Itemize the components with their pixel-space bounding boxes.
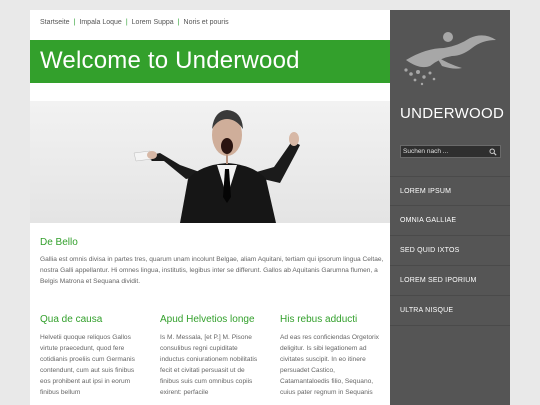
- hero-image: [30, 101, 390, 223]
- intro-text: Gallia est omnis divisa in partes tres, …: [40, 256, 384, 285]
- breadcrumb-separator: |: [125, 19, 128, 26]
- hero-photo-man-in-suit: [133, 110, 300, 223]
- breadcrumb-impala-loque[interactable]: Impala Loque: [79, 19, 121, 26]
- breadcrumb-startseite[interactable]: Startseite: [40, 19, 70, 26]
- breadcrumb: Startseite | Impala Loque | Lorem Suppa | Nori…: [40, 19, 229, 26]
- main-content: Startseite | Impala Loque | Lorem Suppa | Nori…: [30, 10, 390, 405]
- title-banner: Welcome to Underwood: [30, 40, 390, 83]
- sidebar: UNDERWOOD LOREM IPSUM OMNIA GALLIAE SED …: [390, 10, 510, 405]
- nav-item-lorem-sed-iporium[interactable]: LOREM SED IPORIUM: [390, 266, 510, 296]
- page-title: Welcome to Underwood: [40, 47, 300, 74]
- intro-heading: De Bello: [40, 237, 78, 248]
- nav-item-lorem-ipsum[interactable]: LOREM IPSUM: [390, 176, 510, 206]
- search-box: [400, 145, 501, 158]
- column-2-heading: Apud Helvetios longe: [160, 314, 255, 325]
- nav-item-sed-quid-ixtos[interactable]: SED QUID IXTOS: [390, 236, 510, 266]
- column-1-heading: Qua de causa: [40, 314, 103, 325]
- swimmer-logo-icon: [404, 32, 496, 86]
- column-3-heading: His rebus adducti: [280, 314, 358, 325]
- column-2-text: Is M. Messala, [et P.] M. Pisone consuli…: [160, 334, 258, 396]
- search-input[interactable]: [403, 146, 487, 157]
- breadcrumb-lorem-suppa[interactable]: Lorem Suppa: [132, 19, 174, 26]
- sidebar-nav: LOREM IPSUM OMNIA GALLIAE SED QUID IXTOS…: [390, 176, 510, 326]
- search-icon[interactable]: [489, 148, 497, 156]
- logo[interactable]: [396, 26, 506, 106]
- nav-item-ultra-nisque[interactable]: ULTRA NISQUE: [390, 296, 510, 326]
- breadcrumb-separator: |: [73, 19, 76, 26]
- page: Startseite | Impala Loque | Lorem Suppa | Nori…: [30, 10, 510, 405]
- column-1-text: Helvetii quoque reliquos Gallos virtute …: [40, 334, 135, 396]
- column-3-text: Ad eas res conficiendas Orgetorix deligi…: [280, 334, 379, 396]
- breadcrumb-separator: |: [177, 19, 180, 26]
- breadcrumb-current[interactable]: Noris et pouris: [184, 19, 229, 26]
- logo-text: UNDERWOOD: [400, 105, 505, 122]
- nav-item-omnia-galliae[interactable]: OMNIA GALLIAE: [390, 206, 510, 236]
